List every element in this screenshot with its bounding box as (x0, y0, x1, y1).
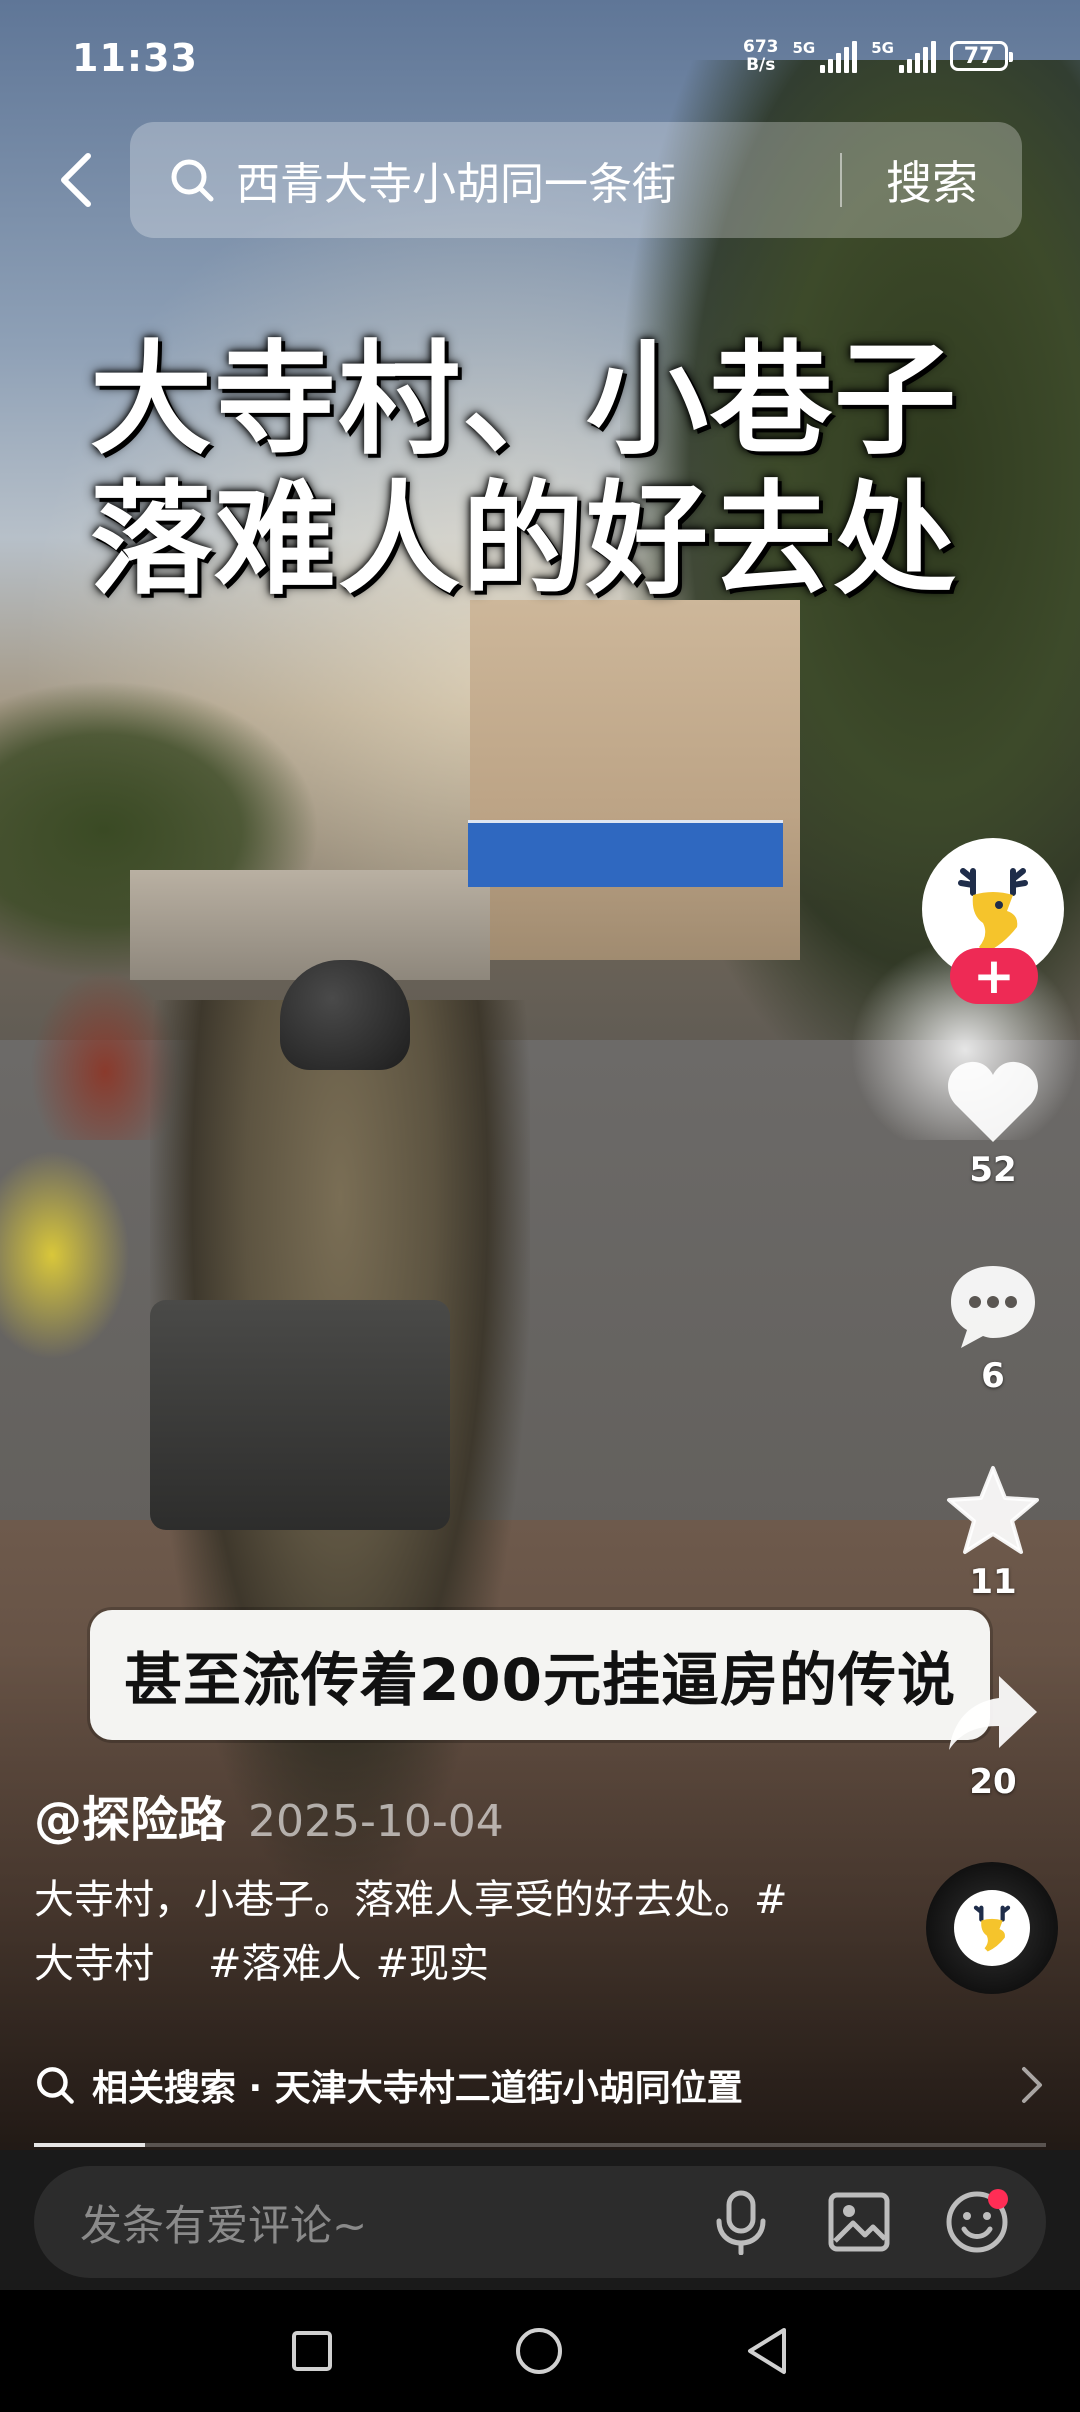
comment-count: 6 (981, 1356, 1005, 1396)
share-icon (949, 1676, 1037, 1750)
favorite-button[interactable]: 11 (920, 1464, 1066, 1602)
search-input[interactable]: 西青大寺小胡同一条街 (236, 148, 840, 212)
comment-input[interactable]: 发条有爱评论~ (34, 2166, 1046, 2278)
like-count: 52 (969, 1150, 1017, 1190)
network-speed: 673 B/s (743, 38, 779, 74)
back-button[interactable] (36, 140, 116, 220)
home-icon[interactable] (514, 2326, 564, 2376)
status-icons: 673 B/s 5G 5G 77 (743, 38, 1013, 74)
signal-sim2-icon: 5G (871, 39, 936, 73)
voice-input-button[interactable] (706, 2187, 776, 2257)
comment-placeholder: 发条有爱评论~ (80, 2200, 368, 2250)
search-button[interactable]: 搜索 (842, 147, 1022, 213)
related-search-label: 相关搜索 · 天津大寺村二道街小胡同位置 (92, 2068, 743, 2109)
video-progress-bar[interactable] (34, 2143, 1046, 2147)
emoji-button[interactable] (942, 2187, 1012, 2257)
follow-button[interactable]: + (950, 948, 1038, 1004)
sim2-label: 5G (871, 39, 894, 57)
comment-button[interactable]: 6 (920, 1262, 1066, 1396)
video-progress-fill (34, 2143, 146, 2147)
recent-apps-icon[interactable] (290, 2329, 334, 2373)
back-icon[interactable] (744, 2326, 790, 2376)
scooter-yellow (0, 1150, 130, 1360)
share-button[interactable]: 20 (920, 1670, 1066, 1802)
microphone-icon (716, 2190, 766, 2255)
helmet (280, 960, 410, 1070)
system-nav-bar (0, 2290, 1080, 2412)
like-button[interactable]: 52 (920, 1058, 1066, 1190)
screen: 11:33 673 B/s 5G 5G 77 西青大寺小胡同一条街 搜索 大寺村… (0, 0, 1080, 2412)
comment-icon (951, 1266, 1035, 1348)
building-low (130, 870, 490, 980)
comment-bar: 发条有爱评论~ (0, 2150, 1080, 2290)
search-icon (171, 159, 214, 202)
signal-sim1-icon: 5G (793, 39, 858, 73)
related-search-bar[interactable]: 相关搜索 · 天津大寺村二道街小胡同位置 (34, 2055, 1044, 2115)
network-speed-value: 673 (743, 37, 779, 57)
star-icon (947, 1466, 1039, 1554)
image-icon (828, 2192, 890, 2252)
image-button[interactable] (824, 2187, 894, 2257)
building (470, 600, 800, 960)
deer-logo-icon (973, 1905, 1011, 1952)
post-date: 2025-10-04 (248, 1796, 504, 1847)
share-count: 20 (969, 1762, 1017, 1802)
video-title-overlay: 大寺村、小巷子 落难人的好去处 (90, 329, 958, 611)
delivery-box (150, 1300, 450, 1530)
back-arrow-icon (61, 153, 91, 207)
network-speed-unit: B/s (746, 55, 776, 75)
hashtag-link[interactable]: #落难人 (208, 1941, 362, 1987)
caption-text: 大寺村，小巷子。落难人享受的好去处。 (34, 1877, 754, 1923)
author-line: @探险路 2025-10-04 (34, 1780, 504, 1850)
favorite-count: 11 (969, 1562, 1017, 1602)
video-subtitle-text: 甚至流传着200元挂逼房的传说 (123, 1646, 957, 1714)
video-subtitle: 甚至流传着200元挂逼房的传说 (90, 1610, 990, 1740)
search-bar[interactable]: 西青大寺小胡同一条街 搜索 (130, 122, 1022, 238)
battery-icon: 77 (950, 41, 1013, 71)
status-bar: 11:33 673 B/s 5G 5G 77 (0, 0, 1080, 120)
notification-dot (988, 2189, 1008, 2209)
status-time: 11:33 (72, 36, 198, 80)
hashtag-link[interactable]: #现实 (376, 1941, 490, 1987)
battery-level: 77 (963, 43, 995, 69)
heart-icon (948, 1061, 1038, 1142)
search-icon (37, 2067, 74, 2104)
music-cover (954, 1890, 1030, 1966)
sim1-label: 5G (792, 39, 816, 57)
author-name[interactable]: @探险路 (34, 1780, 226, 1850)
post-caption: 大寺村，小巷子。落难人享受的好去处。#大寺村 #落难人 #现实 (34, 1868, 814, 1996)
shop-sign (468, 820, 783, 887)
music-disc[interactable] (926, 1862, 1058, 1994)
chevron-right-icon (1022, 2067, 1042, 2103)
